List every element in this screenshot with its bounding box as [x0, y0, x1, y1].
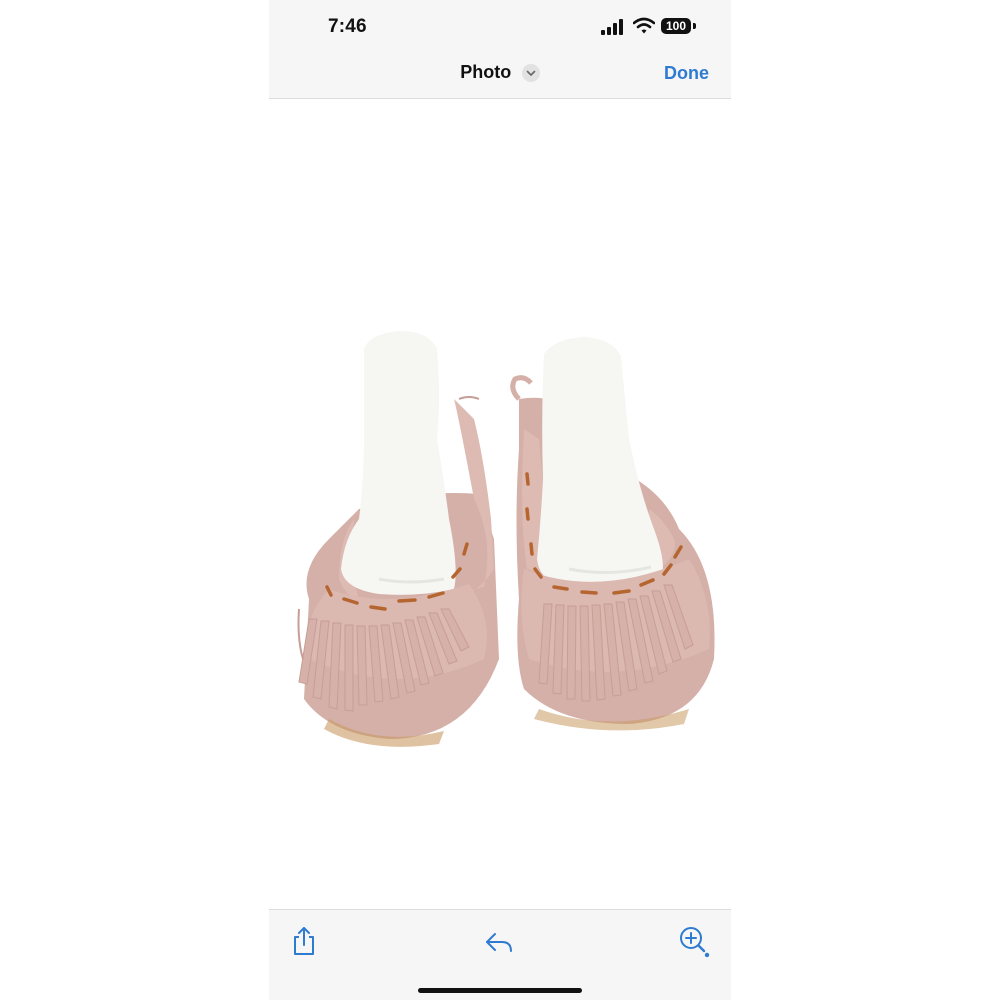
home-indicator[interactable] — [418, 988, 582, 993]
bottom-toolbar — [269, 909, 731, 1000]
right-moccasin — [458, 337, 715, 731]
nav-title-group[interactable]: Photo — [269, 62, 731, 83]
done-button[interactable]: Done — [664, 63, 709, 84]
nav-title: Photo — [460, 62, 512, 82]
moccasin-photo — [297, 331, 715, 747]
phone-screen: 7:46 100 Photo Done — [269, 0, 731, 1000]
wifi-icon — [633, 17, 655, 34]
share-icon[interactable] — [287, 924, 321, 958]
left-moccasin — [297, 331, 499, 747]
reply-icon[interactable] — [482, 924, 516, 958]
top-bar: 7:46 100 Photo Done — [269, 0, 731, 99]
battery-icon: 100 — [661, 18, 691, 34]
photo-viewer[interactable] — [269, 99, 731, 909]
battery-tip — [693, 23, 696, 29]
status-time: 7:46 — [328, 16, 367, 37]
zoom-in-icon[interactable] — [677, 924, 711, 958]
cellular-signal-icon — [601, 19, 623, 35]
chevron-down-icon[interactable] — [521, 63, 540, 82]
